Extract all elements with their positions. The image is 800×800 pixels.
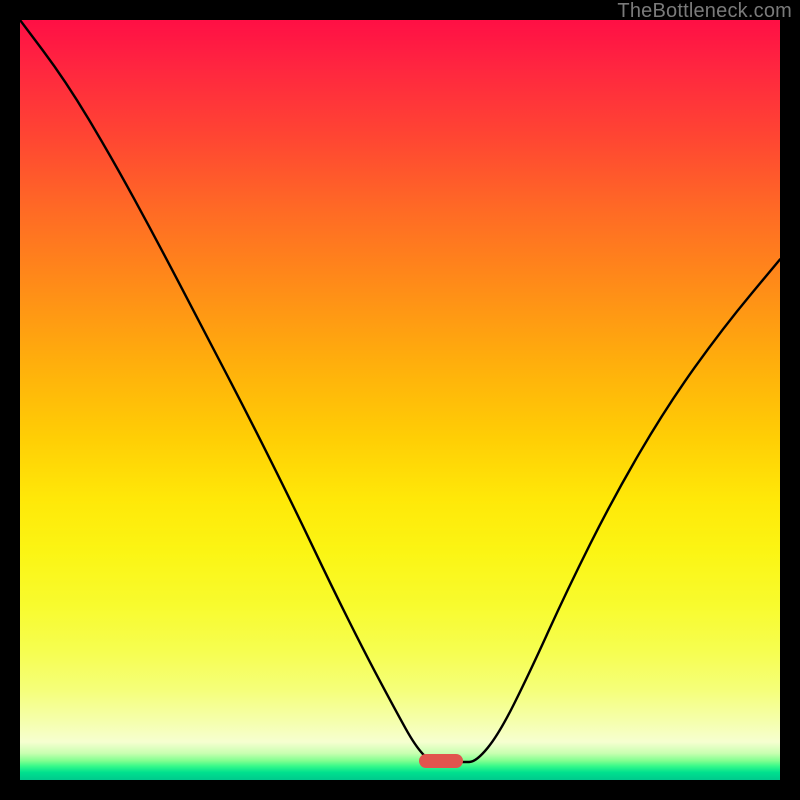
plot-area [20,20,780,780]
optimal-marker [419,754,463,768]
watermark-text: TheBottleneck.com [617,0,792,23]
bottleneck-curve [20,20,780,780]
chart-frame: TheBottleneck.com [0,0,800,800]
